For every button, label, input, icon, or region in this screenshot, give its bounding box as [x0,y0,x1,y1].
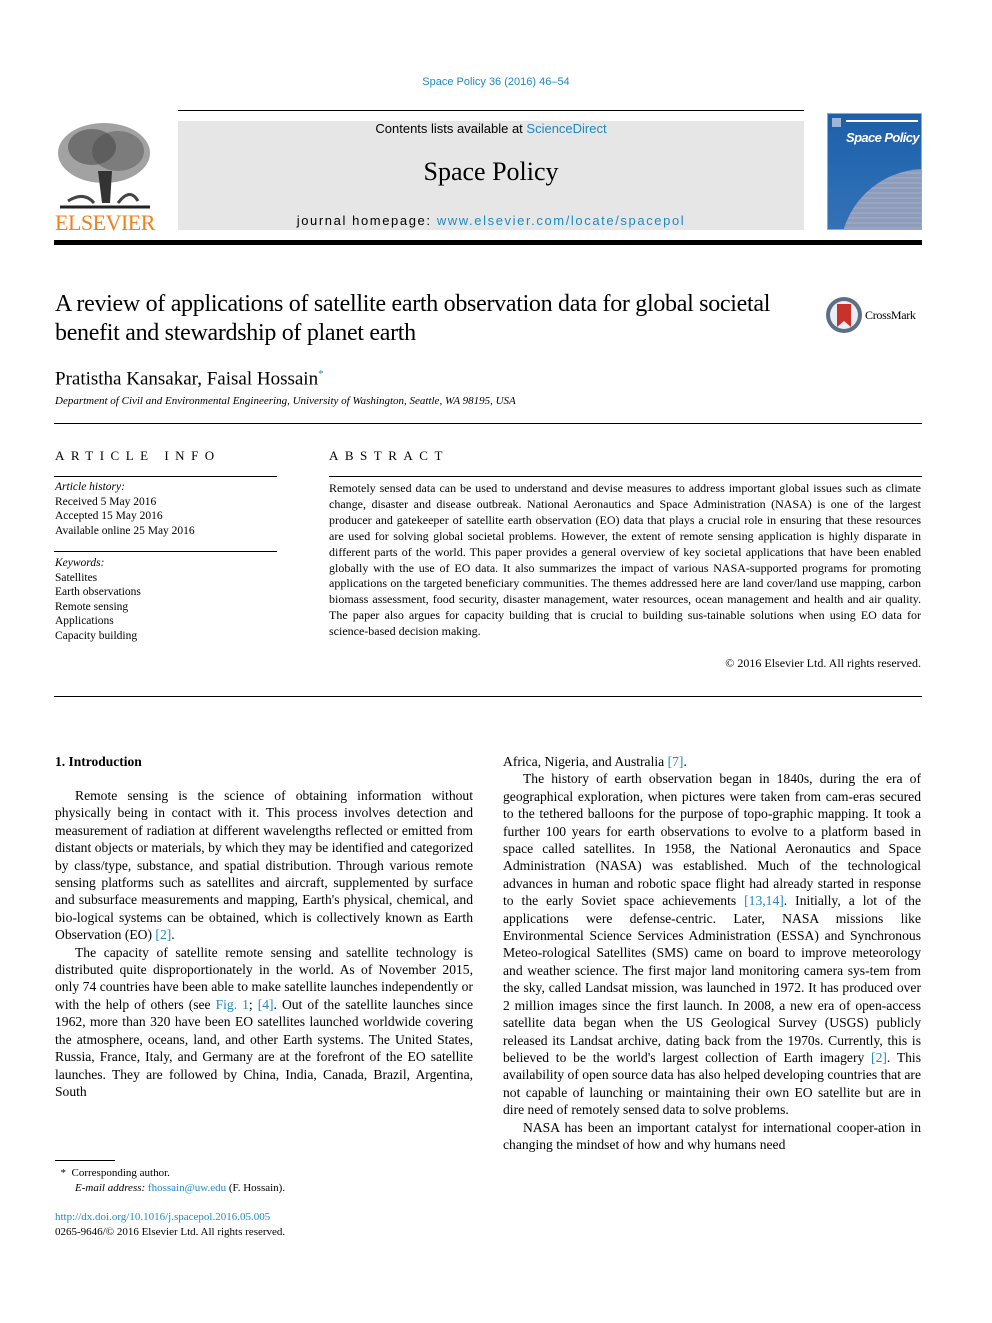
article-history: Article history: Received 5 May 2016 Acc… [55,480,195,538]
reference-link[interactable]: [2] [871,1050,887,1065]
paragraph: Remote sensing is the science of obtaini… [55,788,473,943]
homepage-line: journal homepage: www.elsevier.com/locat… [178,213,804,228]
contents-line: Contents lists available at ScienceDirec… [178,121,804,137]
keywords-rule [54,551,277,552]
paragraph-text: Remote sensing is the science of obtaini… [55,788,473,943]
abstract-rule [329,476,922,477]
paragraph-text: . Initially, a lot of the applications w… [503,893,921,1065]
paragraph-text: Africa, Nigeria, and Australia [503,754,668,769]
keywords-label: Keywords: [55,557,105,569]
paragraph: Africa, Nigeria, and Australia [7]. [503,754,687,769]
cover-title: Space Policy [846,130,920,145]
keyword-item: Remote sensing [55,600,129,613]
crossmark-label: CrossMark [865,308,916,322]
email-label: E-mail address: [75,1182,148,1194]
email-suffix: (F. Hossain). [226,1182,286,1194]
keyword-item: Capacity building [55,629,138,642]
cover-arc [840,169,921,229]
reference-link[interactable]: [7] [668,754,684,769]
journal-header-box: Contents lists available at ScienceDirec… [178,121,804,230]
sciencedirect-link[interactable]: ScienceDirect [526,121,606,136]
history-label: Article history: [55,481,125,493]
paragraph: The capacity of satellite remote sensing… [55,944,473,1099]
paragraph: NASA has been an important catalyst for … [503,1119,921,1154]
body-column-left: Remote sensing is the science of obtaini… [55,787,473,1100]
contents-prefix: Contents lists available at [375,121,527,136]
elsevier-wordmark: ELSEVIER [55,210,155,235]
history-accepted: Accepted 15 May 2016 [55,510,163,522]
affiliation: Department of Civil and Environmental En… [55,395,516,407]
article-info-rule [54,476,277,477]
abstract-bottom-rule [54,696,922,697]
abstract-text: Remotely sensed data can be used to unde… [329,481,921,639]
cover-bar [846,120,918,122]
keyword-item: Applications [55,615,114,627]
footnote-corresponding: * Corresponding author. [55,1166,285,1181]
email-link[interactable]: fhossain@uw.edu [148,1182,226,1194]
reference-link[interactable]: [13,14] [744,893,784,908]
abstract-heading: ABSTRACT [329,448,449,463]
homepage-link[interactable]: www.elsevier.com/locate/spacepol [437,213,685,228]
abstract-copyright: © 2016 Elsevier Ltd. All rights reserved… [725,656,921,670]
keywords: Keywords: Satellites Earth observations … [55,556,141,643]
header-top-rule [178,110,804,111]
author-list: Pratistha Kansakar, Faisal Hossain* [55,362,324,391]
article-title: A review of applications of satellite ea… [55,291,771,346]
doi-link[interactable]: http://dx.doi.org/10.1016/j.spacepol.201… [55,1211,270,1223]
keyword-item: Earth observations [55,586,141,598]
title-rule [54,423,922,424]
corresponding-author-mark[interactable]: * [318,368,324,380]
footnote: * Corresponding author. E-mail address: … [55,1166,286,1196]
history-online: Available online 25 May 2016 [55,524,195,537]
homepage-prefix: journal homepage: [296,213,437,228]
header-thick-rule [54,240,922,245]
footnote-text: Corresponding author. [71,1167,170,1179]
doi-block: http://dx.doi.org/10.1016/j.spacepol.201… [55,1210,285,1240]
journal-citation[interactable]: Space Policy 36 (2016) 46–54 [0,76,992,88]
crossmark-badge[interactable]: CrossMark [825,296,935,336]
citation-link[interactable]: Space Policy 36 (2016) 46–54 [422,76,569,88]
paragraph-text: . Out of the satellite launches since 19… [55,996,473,1099]
footnote-email: E-mail address: fhossain@uw.edu (F. Hoss… [55,1181,285,1196]
reference-link[interactable]: [2] [155,927,171,942]
cover-logo-icon [832,118,841,127]
footnote-mark: * [60,1167,67,1179]
keyword-item: Satellites [55,571,98,584]
authors-text: Pratistha Kansakar, Faisal Hossain [55,368,319,390]
reference-link[interactable]: [4] [258,997,274,1012]
paragraph-text: The history of earth observation began i… [503,771,921,909]
issn-copyright: 0265-9646/© 2016 Elsevier Ltd. All right… [55,1226,286,1238]
paragraph: The history of earth observation began i… [503,770,921,1118]
crossmark-icon [826,297,862,333]
article-info-heading: ARTICLE INFO [55,448,221,463]
journal-cover-thumbnail[interactable]: Space Policy [827,113,922,230]
journal-name: Space Policy [423,157,559,186]
figure-link[interactable]: Fig. 1 [216,997,249,1012]
paragraph-text: NASA has been an important catalyst for … [503,1119,921,1152]
history-received: Received 5 May 2016 [55,495,157,508]
body-column-right: Africa, Nigeria, and Australia [7]. The … [503,753,921,1153]
footnote-rule [55,1160,115,1161]
section-heading-introduction: 1. Introduction [55,754,142,769]
